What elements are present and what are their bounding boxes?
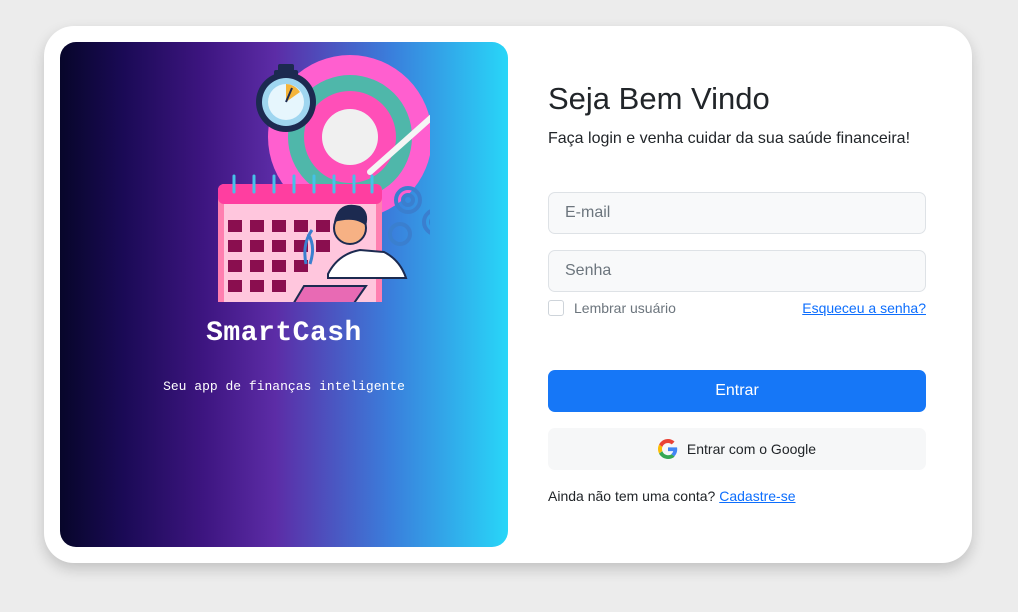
google-icon xyxy=(657,439,678,459)
email-field[interactable] xyxy=(548,192,926,234)
finance-illustration xyxy=(218,55,430,302)
google-button-label: Entrar com o Google xyxy=(686,441,817,457)
gear-icon xyxy=(388,186,430,246)
login-form: Seja Bem Vindo Faça login e venha cuidar… xyxy=(548,26,926,563)
remember-user[interactable]: Lembrar usuário xyxy=(548,300,676,316)
app-name: SmartCash xyxy=(206,318,362,349)
google-login-button[interactable]: Entrar com o Google xyxy=(548,428,926,470)
forgot-password-link[interactable]: Esqueceu a senha? xyxy=(802,300,926,316)
login-button[interactable]: Entrar xyxy=(548,370,926,412)
remember-checkbox[interactable] xyxy=(548,300,564,316)
hero-panel: SmartCash Seu app de finanças inteligent… xyxy=(60,42,508,547)
signup-prompt: Ainda não tem uma conta? Cadastre-se xyxy=(548,488,796,504)
login-card: SmartCash Seu app de finanças inteligent… xyxy=(44,26,972,563)
page-title: Seja Bem Vindo xyxy=(548,81,770,116)
password-field[interactable] xyxy=(548,250,926,292)
page-subtitle: Faça login e venha cuidar da sua saúde f… xyxy=(548,130,911,147)
signup-link[interactable]: Cadastre-se xyxy=(719,488,795,504)
app-tagline: Seu app de finanças inteligente xyxy=(163,379,405,394)
remember-label: Lembrar usuário xyxy=(574,300,676,316)
signup-prompt-text: Ainda não tem uma conta? xyxy=(548,488,716,504)
